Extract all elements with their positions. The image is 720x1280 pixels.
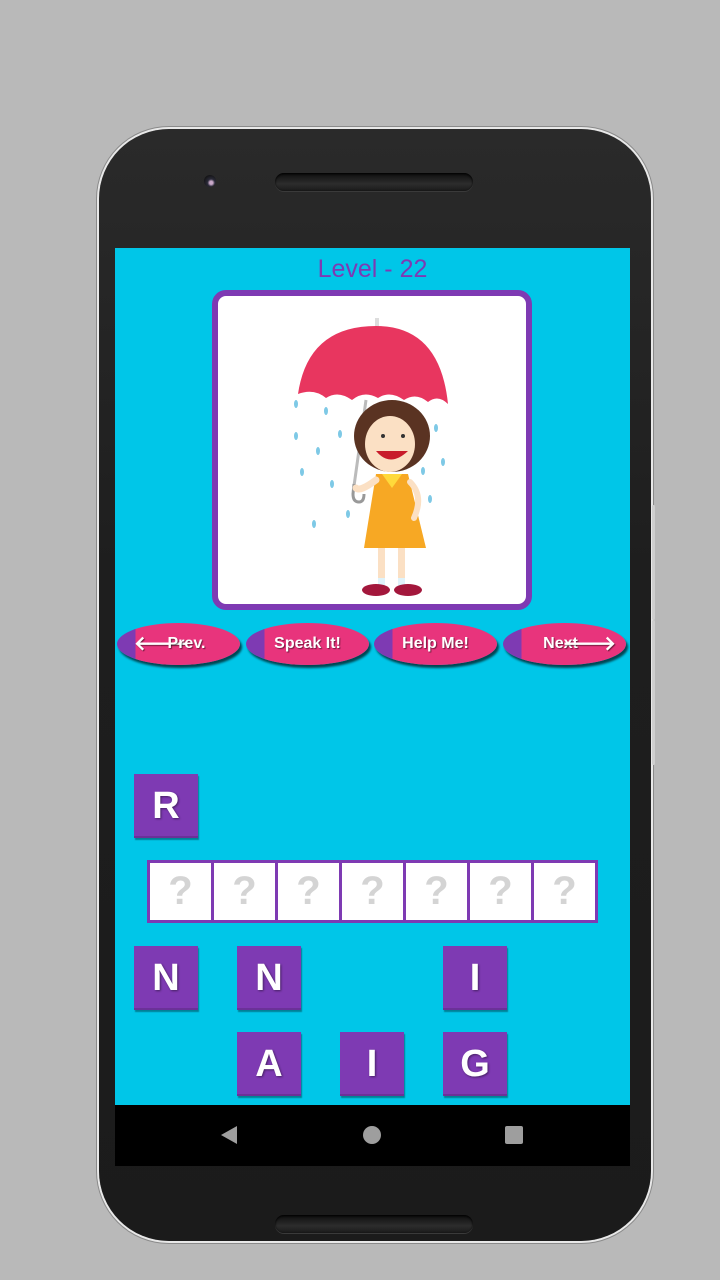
- extra-letter-tile[interactable]: R: [134, 774, 198, 838]
- left-shoe: [362, 584, 390, 596]
- prev-button[interactable]: 🡐 Prev.: [117, 623, 240, 665]
- top-speaker: [275, 173, 473, 191]
- next-button[interactable]: Next 🡒: [503, 623, 626, 665]
- speak-it-button[interactable]: Speak It!: [246, 623, 369, 665]
- letter-tile[interactable]: I: [443, 946, 507, 1010]
- level-title: Level - 22: [317, 255, 428, 283]
- girl-umbrella-illustration: [294, 318, 448, 596]
- letter-tile[interactable]: I: [340, 1032, 404, 1096]
- arrow-right-icon: 🡒: [562, 633, 616, 655]
- letter-tile[interactable]: G: [443, 1032, 507, 1096]
- answer-slot[interactable]: ?: [214, 863, 275, 920]
- umbrella-canopy: [298, 326, 448, 404]
- help-me-label: Help Me!: [402, 635, 469, 652]
- bottom-speaker: [275, 1215, 473, 1233]
- letter-tile[interactable]: A: [237, 1032, 301, 1096]
- game-screen: Level - 22 🡐 Prev. Speak It! Help Me! Ne…: [115, 248, 630, 1105]
- home-icon[interactable]: [363, 1126, 381, 1144]
- answer-slot[interactable]: ?: [278, 863, 339, 920]
- puzzle-picture: [212, 290, 532, 610]
- back-icon[interactable]: [221, 1126, 237, 1144]
- right-shoe: [394, 584, 422, 596]
- answer-slot[interactable]: ?: [342, 863, 403, 920]
- recents-icon[interactable]: [505, 1126, 523, 1144]
- answer-slot[interactable]: ?: [406, 863, 467, 920]
- speak-it-label: Speak It!: [274, 635, 341, 652]
- answer-slots: ? ? ? ? ? ? ?: [147, 860, 598, 923]
- answer-slot[interactable]: ?: [470, 863, 531, 920]
- volume-button: [652, 620, 655, 765]
- help-me-button[interactable]: Help Me!: [374, 623, 497, 665]
- letter-tile[interactable]: N: [237, 946, 301, 1010]
- prev-label: Prev.: [167, 635, 206, 652]
- answer-slot[interactable]: ?: [534, 863, 595, 920]
- power-button: [652, 505, 655, 620]
- face: [365, 416, 415, 472]
- answer-slot[interactable]: ?: [150, 863, 211, 920]
- letter-tile[interactable]: N: [134, 946, 198, 1010]
- front-camera: [204, 175, 216, 187]
- system-nav-bar: [115, 1105, 630, 1166]
